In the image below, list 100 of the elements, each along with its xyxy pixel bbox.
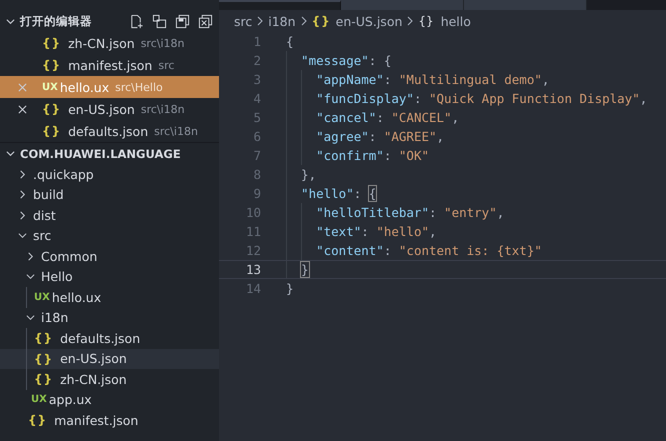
section-title: 打开的编辑器 [20, 14, 92, 28]
line-number: 4 [252, 91, 261, 106]
tree-item[interactable]: build [0, 184, 219, 205]
code-line: "text": "hello", [316, 224, 437, 239]
section-header[interactable]: 打开的编辑器 [0, 10, 219, 32]
file-name: app.ux [48, 392, 92, 408]
file-name: dist [33, 208, 56, 223]
file-name: build [33, 187, 64, 202]
json-file-icon: {} [34, 372, 54, 386]
tree-item[interactable]: Hello [0, 266, 219, 287]
close-all-icon[interactable] [198, 14, 213, 28]
ux-file-icon: UX [42, 82, 58, 92]
tree-item[interactable]: src [0, 226, 219, 246]
file-name: en-US.json [60, 351, 127, 366]
section-header[interactable]: COM.HUAWEI.LANGUAGE [0, 142, 219, 164]
open-editor-item[interactable]: {} en-US.json src\i18n [0, 98, 219, 120]
line-number: 5 [252, 110, 261, 125]
line-number: 7 [252, 148, 261, 163]
file-name: defaults.json [60, 330, 140, 346]
line-number: 3 [252, 72, 261, 87]
object-icon: {} [418, 14, 434, 28]
chevron-icon [26, 313, 35, 322]
code-line: }, [301, 167, 316, 182]
file-name: i18n [41, 310, 68, 326]
tree-item[interactable]: {} zh-CN.json [0, 369, 219, 390]
breadcrumb-item[interactable]: en-US.json [336, 14, 402, 28]
ux-file-icon: UX [34, 292, 50, 303]
tree-item[interactable]: dist [0, 205, 219, 226]
code-line: } [301, 262, 309, 277]
code-line: { [286, 34, 294, 49]
chevron-icon [18, 210, 27, 220]
section-title: COM.HUAWEI.LANGUAGE [20, 146, 181, 160]
code-line: "cancel": "CANCEL", [316, 110, 460, 125]
breadcrumb-item[interactable]: hello [440, 14, 471, 28]
code-line: "hello": { [301, 186, 376, 201]
code-line: "appName": "Multilingual demo", [316, 72, 550, 87]
chevron-icon [18, 190, 27, 200]
tree-item[interactable]: UX app.ux [0, 390, 219, 410]
line-number: 11 [244, 224, 261, 239]
save-all-icon[interactable] [175, 14, 190, 28]
tree-item[interactable]: {} manifest.json [0, 410, 219, 430]
tree-item[interactable]: Common [0, 246, 219, 266]
code-line: "message": { [301, 53, 392, 68]
file-name: zh-CN.json [68, 36, 135, 50]
json-file-icon: {} [34, 331, 54, 346]
line-number: 10 [244, 205, 261, 220]
code-line: "content": "content is: {txt}" [316, 243, 542, 258]
chevron-icon [18, 170, 27, 179]
code-line: "helloTitlebar": "entry", [316, 205, 504, 220]
file-path: src\Hello [115, 80, 163, 94]
json-file-icon: {} [42, 58, 62, 72]
ux-file-icon: UX [31, 394, 47, 406]
json-file-icon: {} [28, 413, 48, 428]
file-name: manifest.json [68, 58, 152, 72]
new-folder-icon[interactable] [152, 14, 167, 28]
code-line: "agree": "AGREE", [316, 129, 444, 144]
line-number: 12 [244, 243, 261, 258]
file-name: manifest.json [54, 412, 138, 428]
file-name: en-US.json [68, 102, 135, 116]
line-number: 13 [244, 262, 261, 277]
json-file-icon: {} [42, 102, 62, 116]
chevron-icon [26, 252, 35, 261]
chevron-icon [26, 272, 35, 282]
json-file-icon: {} [312, 14, 331, 28]
file-name: src [33, 228, 52, 244]
file-name: Common [41, 248, 98, 264]
line-number: 2 [252, 53, 261, 68]
line-number: 8 [252, 167, 261, 182]
tree-item[interactable]: .quickapp [0, 164, 219, 184]
file-name: .quickapp [33, 166, 94, 182]
file-name: defaults.json [68, 124, 148, 138]
json-file-icon: {} [42, 124, 62, 138]
file-name: hello.ux [60, 80, 110, 94]
tree-item[interactable]: {} en-US.json [0, 348, 219, 369]
breadcrumb-item[interactable]: i18n [268, 14, 296, 28]
tree-item[interactable]: UX hello.ux [0, 287, 219, 308]
tree-item[interactable]: {} defaults.json [0, 328, 219, 348]
new-file-icon[interactable] [129, 14, 144, 28]
json-file-icon: {} [34, 352, 54, 366]
code-line: } [286, 281, 294, 296]
file-path: src [158, 58, 174, 72]
line-number: 6 [252, 129, 261, 144]
file-name: Hello [41, 269, 73, 284]
open-editor-item[interactable]: {} zh-CN.json src\i18n [0, 32, 219, 54]
file-path: src\i18n [140, 102, 185, 116]
file-path: src\i18n [140, 36, 184, 50]
line-number: 14 [244, 281, 261, 296]
chevron-icon [18, 231, 27, 240]
file-name: zh-CN.json [60, 372, 127, 387]
open-editor-item[interactable]: {} manifest.json src [0, 54, 219, 76]
breadcrumb-item[interactable]: src [234, 14, 252, 28]
open-editor-item[interactable]: {} defaults.json src\i18n [0, 120, 219, 142]
file-path: src\i18n [154, 124, 198, 138]
code-line: "confirm": "OK" [316, 148, 429, 163]
line-number: 1 [252, 34, 261, 49]
file-name: hello.ux [52, 290, 102, 305]
tree-item[interactable]: i18n [0, 308, 219, 328]
code-line: "funcDisplay": "Quick App Function Display", [316, 91, 648, 106]
line-number: 9 [252, 186, 261, 201]
close-icon[interactable] [18, 104, 26, 114]
